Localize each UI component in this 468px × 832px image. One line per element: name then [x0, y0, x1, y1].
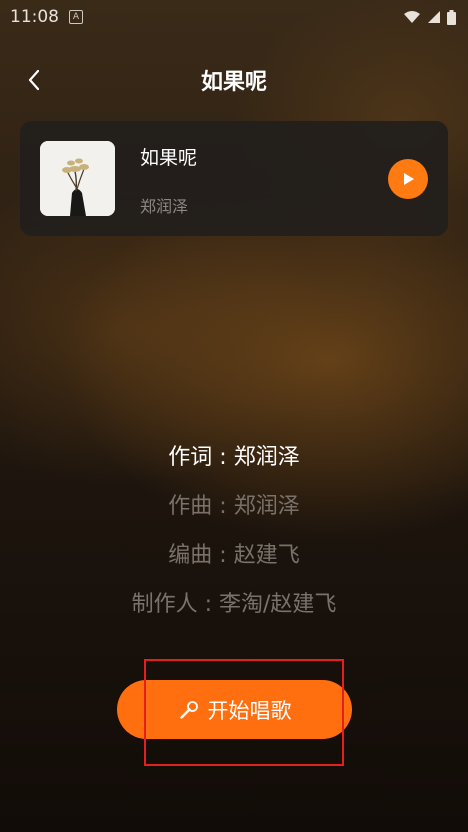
status-bar: 11:08 A	[0, 0, 468, 34]
credit-producer: 制作人 : 李淘/赵建飞	[131, 592, 337, 617]
credit-arranger: 编曲 : 赵建飞	[168, 543, 300, 568]
song-card[interactable]: 如果呢 郑润泽	[20, 121, 448, 236]
microphone-icon	[179, 700, 198, 719]
status-time: 11:08	[10, 7, 59, 27]
header: 如果呢	[0, 52, 468, 108]
song-artist: 郑润泽	[140, 197, 189, 216]
album-cover-art	[40, 141, 115, 216]
signal-icon	[428, 11, 440, 23]
chevron-left-icon	[28, 69, 40, 91]
wifi-icon	[404, 11, 420, 23]
credit-lyricist: 作词 : 郑润泽	[168, 445, 300, 470]
page-title: 如果呢	[200, 70, 267, 95]
play-icon	[404, 173, 414, 185]
credits: 作词 : 郑润泽 作曲 : 郑润泽 编曲 : 赵建飞 制作人 : 李淘/赵建飞	[0, 440, 468, 636]
back-button[interactable]	[18, 64, 50, 96]
a-box-icon: A	[69, 10, 83, 24]
credit-composer: 作曲 : 郑润泽	[168, 494, 300, 519]
album-cover	[40, 141, 115, 216]
battery-icon	[447, 9, 456, 25]
start-singing-label: 开始唱歌	[207, 698, 292, 723]
song-title: 如果呢	[140, 147, 198, 169]
start-singing-button[interactable]: 开始唱歌	[117, 680, 352, 739]
play-button[interactable]	[388, 159, 428, 199]
